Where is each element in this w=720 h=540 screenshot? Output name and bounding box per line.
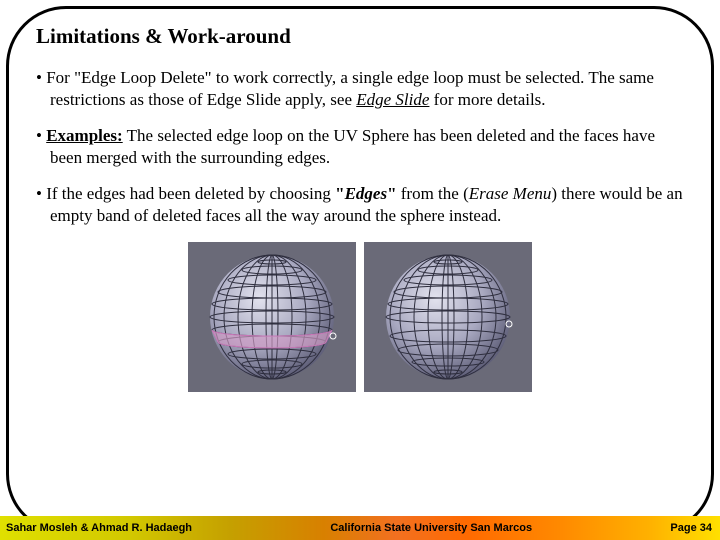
footer-bar: Sahar Mosleh & Ahmad R. Hadaegh Californ… <box>0 516 720 540</box>
bullet-3-em2: Erase Menu <box>469 184 552 203</box>
bullet-2: Examples: The selected edge loop on the … <box>36 125 684 169</box>
footer-authors: Sahar Mosleh & Ahmad R. Hadaegh <box>0 522 192 534</box>
footer-page: Page 34 <box>670 522 720 534</box>
footer-page-label: Page <box>670 522 699 534</box>
slide-heading: Limitations & Work-around <box>36 24 684 49</box>
bullet-1-text-pre: For "Edge Loop Delete" to work correctly… <box>46 68 654 109</box>
bullet-3-q2: " <box>387 184 396 203</box>
bullet-1-em: Edge Slide <box>356 90 429 109</box>
bullet-1: For "Edge Loop Delete" to work correctly… <box>36 67 684 111</box>
sphere-after-image <box>364 242 532 392</box>
sphere-before-image <box>188 242 356 392</box>
content-area: Limitations & Work-around For "Edge Loop… <box>36 24 684 397</box>
bullet-3-pre: If the edges had been deleted by choosin… <box>46 184 335 203</box>
bullet-3-mid: from the ( <box>397 184 469 203</box>
bullet-3: If the edges had been deleted by choosin… <box>36 183 684 227</box>
footer-affiliation: California State University San Marcos <box>192 522 670 534</box>
bullet-2-rest: The selected edge loop on the UV Sphere … <box>50 126 655 167</box>
bullet-3-em1: Edges <box>345 184 388 203</box>
example-images <box>36 242 684 397</box>
slide: Limitations & Work-around For "Edge Loop… <box>0 0 720 540</box>
bullet-1-text-post: for more details. <box>429 90 545 109</box>
bullet-2-label: Examples: <box>46 126 123 145</box>
footer-page-number: 34 <box>700 522 712 534</box>
bullet-3-q1: " <box>335 184 344 203</box>
